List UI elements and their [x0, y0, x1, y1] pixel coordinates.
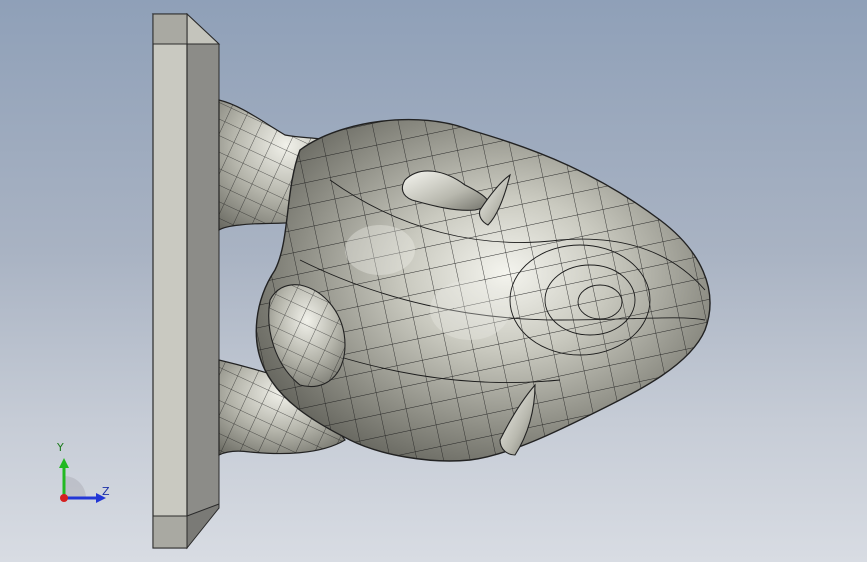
view-orientation-triad[interactable]: Y Z — [40, 436, 130, 516]
triad-y-label: Y — [57, 441, 64, 454]
3d-model-scene[interactable] — [0, 0, 867, 562]
graphics-viewport[interactable]: Y Z — [0, 0, 867, 562]
triad-icon — [59, 458, 106, 503]
base-plate[interactable] — [151, 12, 221, 550]
triad-z-label: Z — [102, 485, 110, 498]
